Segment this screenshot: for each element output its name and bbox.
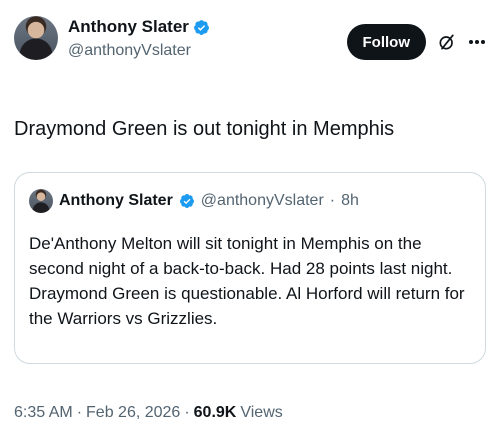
tweet-card: Anthony Slater @anthonyVslater Follow Dr… xyxy=(0,0,500,440)
author-block: Anthony Slater @anthonyVslater xyxy=(68,14,210,62)
follow-button[interactable]: Follow xyxy=(346,24,426,60)
quoted-avatar xyxy=(29,189,53,213)
quoted-separator: · xyxy=(329,192,336,209)
verified-badge-icon xyxy=(193,19,209,35)
meta-separator: · xyxy=(184,404,190,421)
meta-separator: · xyxy=(76,404,83,421)
author-name-row[interactable]: Anthony Slater xyxy=(68,16,210,38)
quoted-author-handle: @anthonyVslater xyxy=(200,192,324,209)
tweet-header: Anthony Slater @anthonyVslater Follow xyxy=(14,14,486,76)
header-actions: Follow xyxy=(346,24,487,60)
quoted-verified-badge-icon xyxy=(179,194,194,208)
views-label: Views xyxy=(240,404,283,421)
post-date[interactable]: Feb 26, 2026 xyxy=(86,404,180,422)
post-time[interactable]: 6:35 AM xyxy=(14,404,73,422)
tweet-meta: 6:35 AM · Feb 26, 2026 · 60.9K Views xyxy=(14,404,486,422)
quoted-tweet[interactable]: Anthony Slater @anthonyVslater · 8h De'A… xyxy=(14,172,486,364)
views-count: 60.9K xyxy=(193,404,237,421)
author-name[interactable]: Anthony Slater xyxy=(68,16,189,38)
quoted-author-name: Anthony Slater xyxy=(59,192,173,209)
quoted-timestamp: 8h xyxy=(341,192,359,209)
quoted-tweet-text: De'Anthony Melton will sit tonight in Me… xyxy=(29,234,465,328)
avatar[interactable] xyxy=(14,16,58,60)
quoted-tweet-header: Anthony Slater @anthonyVslater · 8h xyxy=(29,187,471,215)
tweet-text: Draymond Green is out tonight in Memphis xyxy=(14,118,395,140)
more-icon[interactable] xyxy=(468,31,486,53)
grok-icon[interactable] xyxy=(436,31,458,53)
author-handle[interactable]: @anthonyVslater xyxy=(68,40,210,62)
